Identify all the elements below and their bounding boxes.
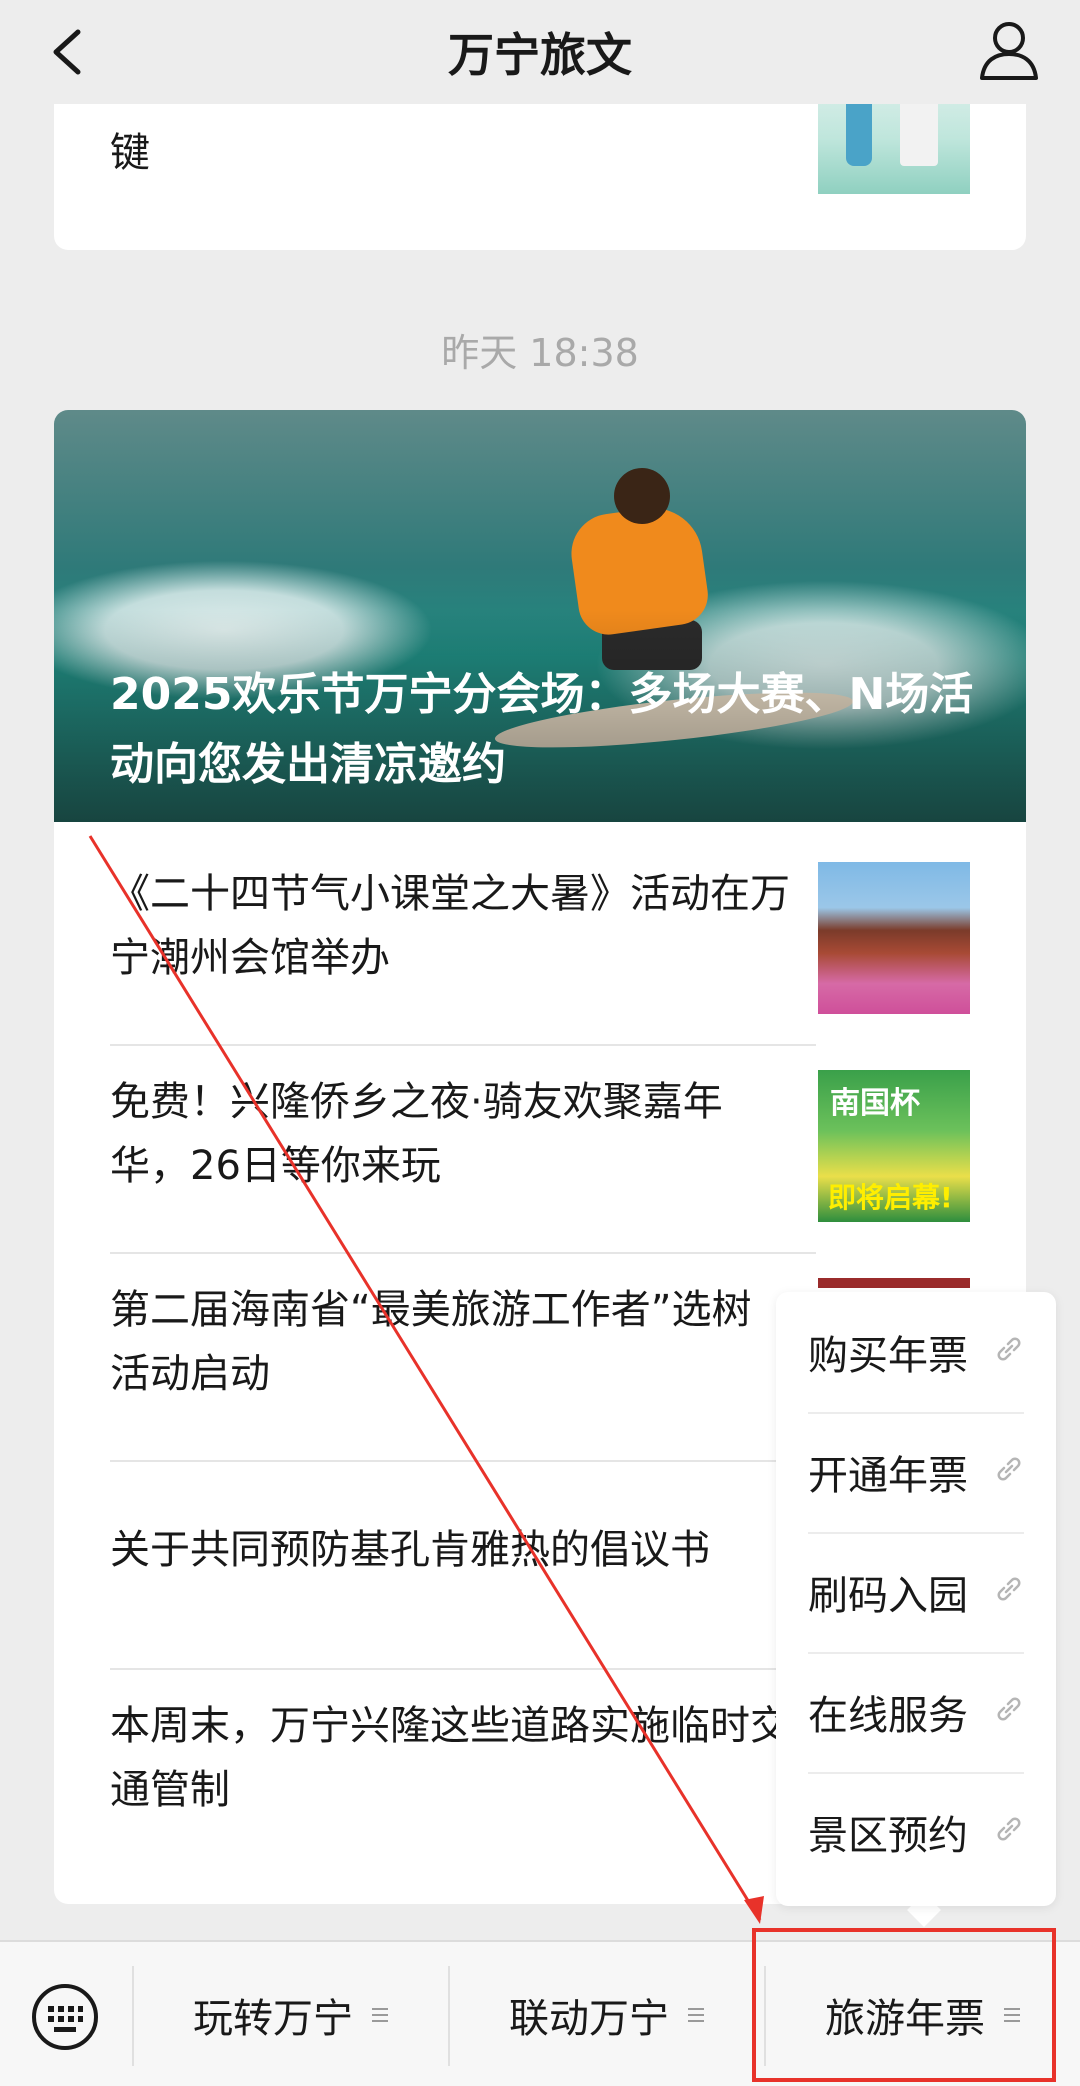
article-title: 关于共同预防基孔肯雅热的倡议书 [110,1527,710,1573]
bottom-menu-bar: 玩转万宁 联动万宁 旅游年票 [0,1940,1080,2086]
link-icon [997,1457,1021,1481]
menu-button-play-wanning[interactable]: 玩转万宁 [134,1942,448,2086]
submenu-item-label: 在线服务 [808,1693,968,1739]
submenu-item-label: 景区预约 [808,1813,968,1859]
back-arrow-icon[interactable] [40,22,100,82]
menu-button-annual-pass[interactable]: 旅游年票 [766,1942,1080,2086]
submenu-item-buy-annual-pass[interactable]: 购买年票 [808,1292,1024,1412]
thumbnail-caption: 南国杯 [830,1086,920,1121]
submenu-item-online-service[interactable]: 在线服务 [808,1652,1024,1772]
message-timestamp: 昨天 18:38 [441,331,639,375]
menu-lines-icon [688,2008,704,2022]
article-title: 第二届海南省“最美旅游工作者”选树活动启动 [110,1287,752,1397]
article-title: 《二十四节气小课堂之大暑》活动在万宁潮州会馆举办 [110,871,790,981]
submenu-item-activate-annual-pass[interactable]: 开通年票 [808,1412,1024,1532]
link-icon [997,1337,1021,1361]
page-title: 万宁旅文 [448,28,632,82]
submenu-item-scan-entry[interactable]: 刷码入园 [808,1532,1024,1652]
article-item[interactable]: 免费！兴隆侨乡之夜·骑友欢聚嘉年华，26日等你来玩 南国杯 即将启幕! [110,1030,970,1238]
link-icon [997,1817,1021,1841]
menu-lines-icon [372,2008,388,2022]
previous-article-title: 键 [110,130,150,176]
menu-button-linkage-wanning[interactable]: 联动万宁 [450,1942,764,2086]
article-thumbnail [818,1278,970,1288]
submenu-item-label: 刷码入园 [808,1573,968,1619]
keyboard-icon[interactable] [30,1982,100,2052]
profile-icon[interactable] [976,18,1042,84]
article-thumbnail: 南国杯 即将启幕! [818,1070,970,1222]
submenu-popup: 购买年票 开通年票 刷码入园 在线服务 景区预约 [776,1292,1056,1906]
menu-button-label: 旅游年票 [825,1996,985,2042]
link-icon [997,1577,1021,1601]
menu-button-label: 联动万宁 [509,1996,669,2042]
menu-lines-icon [1004,2008,1020,2022]
hero-article-title: 2025欢乐节万宁分会场：多场大赛、N场活动向您发出清凉邀约 [110,669,974,790]
article-item[interactable]: 《二十四节气小课堂之大暑》活动在万宁潮州会馆举办 [110,822,970,1030]
submenu-item-scenic-reservation[interactable]: 景区预约 [808,1772,1024,1892]
submenu-item-label: 购买年票 [808,1333,968,1379]
top-navigation-bar: 万宁旅文 [0,0,1080,104]
article-title: 免费！兴隆侨乡之夜·骑友欢聚嘉年华，26日等你来玩 [110,1079,723,1189]
article-title: 本周末，万宁兴隆这些道路实施临时交通管制 [110,1703,790,1813]
hero-article[interactable]: 2025欢乐节万宁分会场：多场大赛、N场活动向您发出清凉邀约 [54,410,1026,822]
link-icon [997,1697,1021,1721]
submenu-item-label: 开通年票 [808,1453,968,1499]
thumbnail-caption: 即将启幕! [828,1181,953,1214]
article-thumbnail [818,862,970,1014]
menu-button-label: 玩转万宁 [193,1996,353,2042]
